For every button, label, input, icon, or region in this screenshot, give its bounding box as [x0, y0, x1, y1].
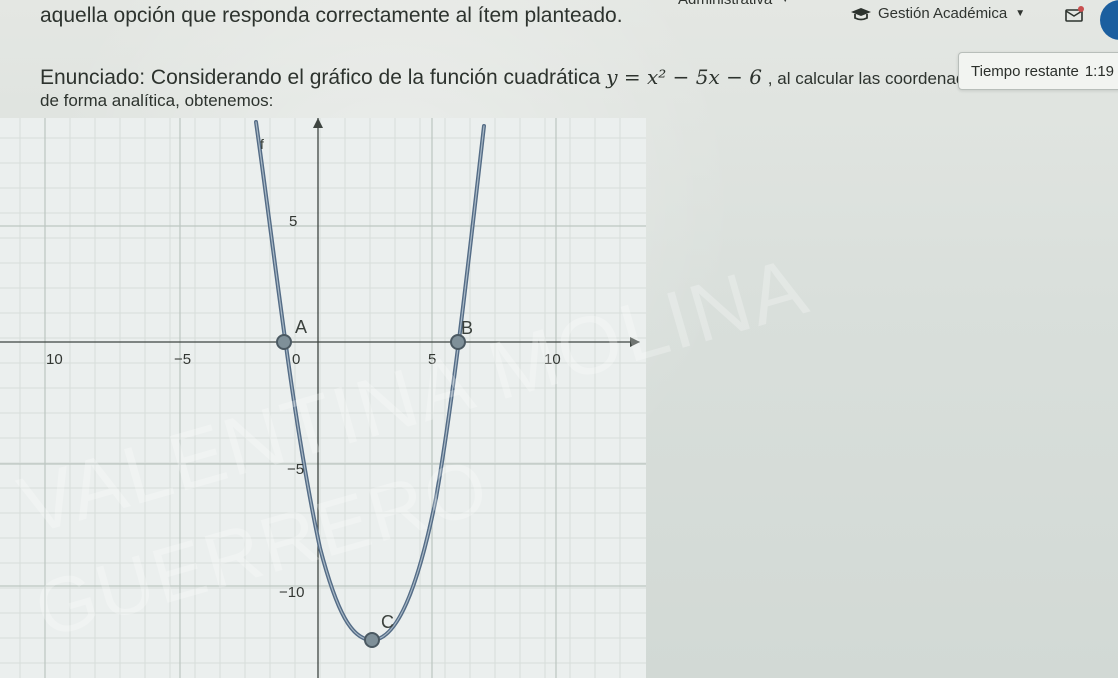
graph-panel: f A B C 10 −5 0 5 10 5 −5 −10	[0, 118, 646, 678]
point-label-c: C	[381, 612, 394, 632]
x-tick-label: 5	[428, 351, 436, 368]
y-tick-label: −5	[287, 461, 304, 478]
x-tick-label: 0	[292, 351, 300, 368]
top-navigation: Administrativa ▼ Gestión Académica ▼	[0, 0, 1118, 40]
x-tick-label: 10	[544, 351, 561, 368]
nav-administrativa[interactable]: Administrativa ▼	[678, 0, 790, 8]
function-label: f	[260, 136, 264, 152]
timer-box: Tiempo restante 1:19	[958, 52, 1118, 90]
timer-value: 1:19	[1084, 62, 1115, 80]
quadratic-graph: f A B C 10 −5 0 5 10 5 −5 −10	[0, 118, 646, 678]
timer-label: Tiempo restante	[971, 62, 1079, 80]
x-tick-label: 10	[46, 351, 63, 368]
nav-administrativa-label: Administrativa	[678, 0, 772, 8]
mail-button[interactable]	[1062, 3, 1088, 27]
graduation-cap-icon	[850, 7, 872, 21]
y-tick-label: 5	[289, 213, 297, 230]
nav-gestion-academica-label: Gestión Académica	[878, 5, 1008, 22]
point-label-b: B	[461, 318, 473, 338]
x-tick-label: −5	[174, 351, 191, 368]
chevron-down-icon: ▼	[780, 0, 790, 5]
nav-gestion-academica[interactable]: Gestión Académica ▼	[850, 5, 1025, 22]
statement-text-start: Enunciado: Considerando el gráfico de la…	[40, 66, 607, 89]
point-label-a: A	[295, 317, 307, 337]
envelope-icon	[1065, 6, 1084, 22]
question-statement: Enunciado: Considerando el gráfico de la…	[40, 65, 1095, 111]
quadratic-equation: y = x² − 5x − 6	[606, 65, 762, 89]
chevron-down-icon: ▼	[1015, 7, 1026, 19]
y-tick-label: −10	[279, 584, 304, 601]
